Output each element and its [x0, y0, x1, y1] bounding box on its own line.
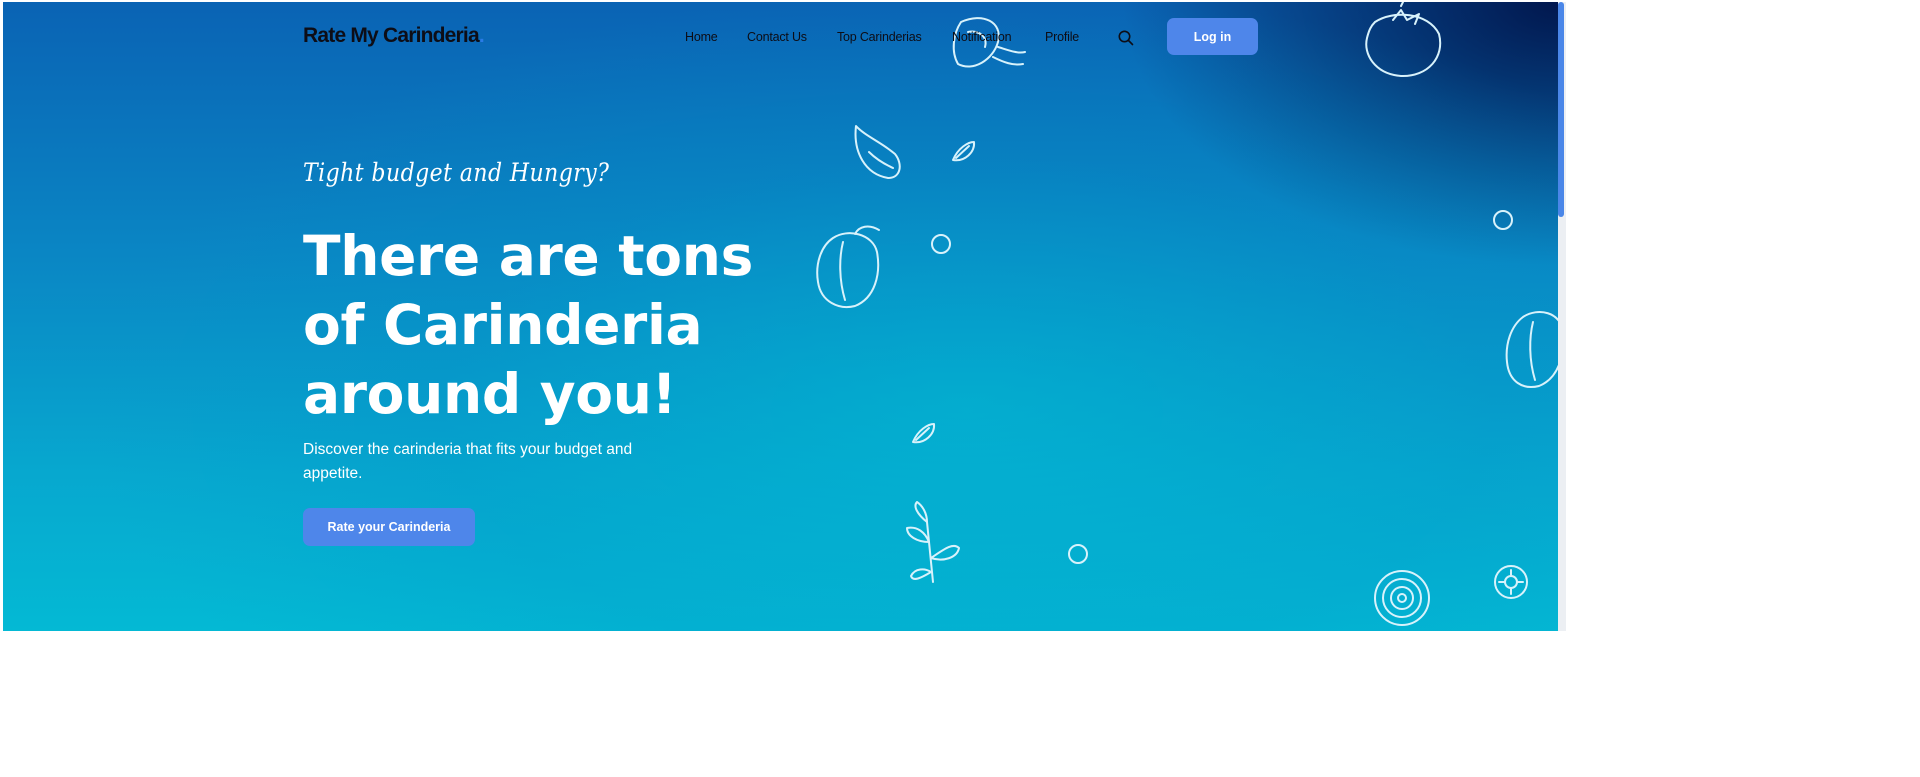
subtext-line: Discover the carinderia that fits your b… — [303, 441, 633, 458]
food-doodles — [816, 2, 1558, 626]
headline-line: of Carinderia — [303, 293, 703, 357]
login-button[interactable]: Log in — [1167, 18, 1258, 55]
parsley-icon — [906, 501, 960, 583]
seed-icon — [952, 141, 976, 162]
seed-icon — [912, 423, 936, 444]
nav-top-carinderias[interactable]: Top Carinderias — [837, 30, 922, 44]
hero-subtext: Discover the carinderia that fits your b… — [303, 438, 643, 486]
onion-slice-icon — [1374, 570, 1430, 626]
rate-carinderia-button[interactable]: Rate your Carinderia — [303, 508, 475, 546]
logo-dot: . — [478, 24, 485, 47]
headline-line: around you! — [303, 362, 677, 426]
bell-pepper-icon — [816, 225, 880, 308]
tomato-icon — [1365, 2, 1442, 78]
headline-line: There are tons — [303, 224, 754, 288]
nav-contact-us[interactable]: Contact Us — [747, 30, 807, 44]
nav-notification[interactable]: Notification — [952, 30, 1012, 44]
hero-headline: There are tons of Carinderia around you! — [303, 222, 773, 429]
nav-home[interactable]: Home — [685, 30, 718, 44]
brand-logo[interactable]: Rate My Carinderia. — [303, 24, 485, 48]
ring-icon — [1068, 544, 1088, 564]
hero-section: Rate My Carinderia. Home Contact Us Top … — [3, 2, 1558, 631]
hero-tagline: Tight budget and Hungry? — [303, 158, 610, 187]
ring-icon — [1493, 210, 1513, 230]
nav-profile[interactable]: Profile — [1045, 30, 1079, 44]
ring-icon — [931, 234, 951, 254]
lemon-slice-icon — [1494, 565, 1528, 599]
subtext-line: appetite. — [303, 465, 363, 482]
garlic-clove-icon — [854, 125, 901, 179]
scrollbar-thumb[interactable] — [1558, 2, 1564, 217]
search-icon[interactable] — [1117, 29, 1135, 47]
bell-pepper-icon — [1505, 311, 1558, 388]
